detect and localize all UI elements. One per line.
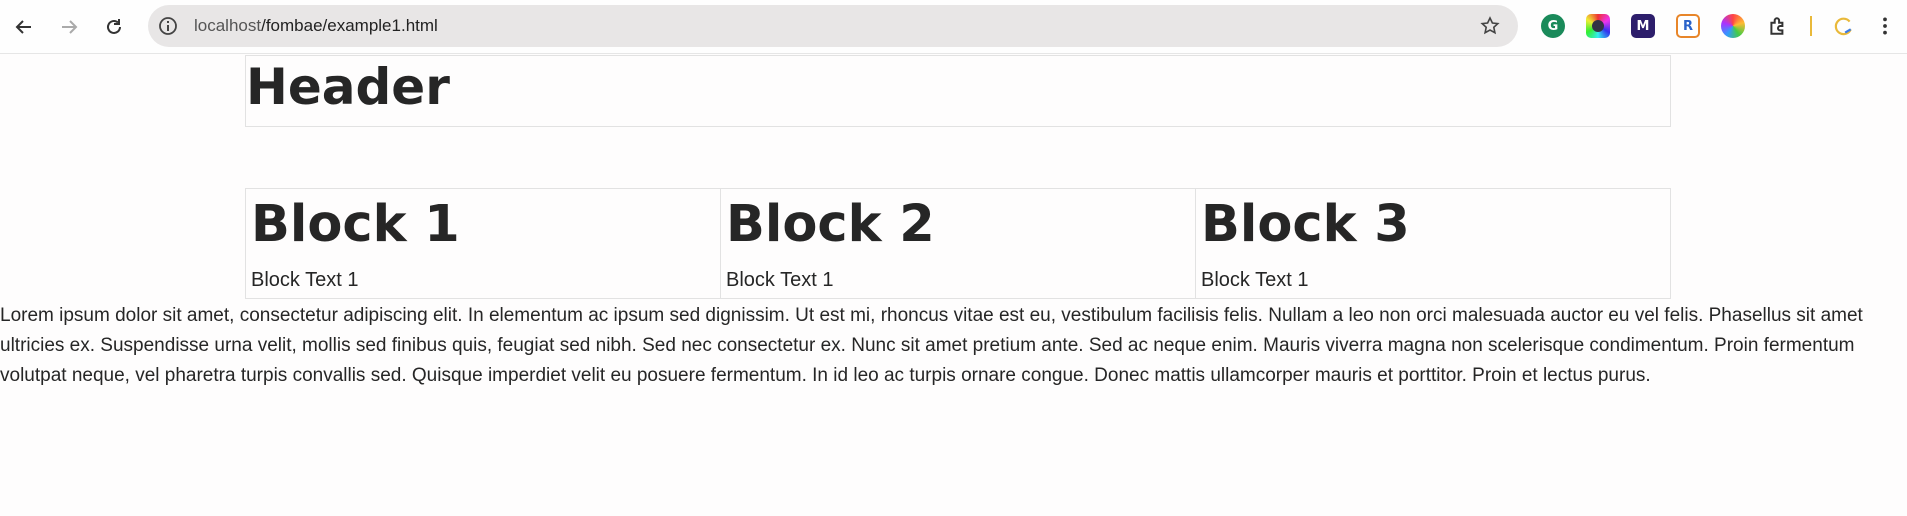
ext-m-icon[interactable]: M	[1631, 14, 1655, 38]
url-path: /fombae/example1.html	[261, 16, 438, 35]
block-2: Block 2 Block Text 1	[720, 188, 1196, 299]
block-text: Block Text 1	[726, 269, 834, 291]
grammarly-icon[interactable]: G	[1541, 14, 1565, 38]
back-button[interactable]	[7, 10, 41, 44]
reload-icon	[107, 19, 121, 34]
extensions-icon[interactable]	[1766, 14, 1790, 38]
url-text[interactable]: localhost/fombae/example1.html	[194, 5, 438, 47]
block-1: Block 1 Block Text 1	[245, 188, 721, 299]
bookmark-star-icon[interactable]	[1480, 16, 1500, 36]
blocks-row: Block 1 Block Text 1 Block 2 Block Text …	[245, 188, 1671, 299]
menu-icon[interactable]	[1873, 14, 1897, 38]
forward-button[interactable]	[52, 10, 86, 44]
address-bar[interactable]: localhost/fombae/example1.html	[148, 5, 1518, 47]
page-header: Header	[245, 55, 1671, 127]
profile-loading-icon[interactable]	[1831, 14, 1855, 38]
block-title: Block 2	[726, 195, 935, 254]
block-text: Block Text 1	[1201, 269, 1309, 291]
header-title: Header	[246, 58, 450, 116]
block-text: Block Text 1	[251, 269, 359, 291]
reload-button[interactable]	[97, 10, 131, 44]
toolbar-separator	[1810, 16, 1812, 36]
site-info-icon[interactable]	[158, 16, 178, 36]
color-wheel-icon[interactable]	[1721, 14, 1745, 38]
ext-r-icon[interactable]: R	[1676, 14, 1700, 38]
lorem-paragraph: Lorem ipsum dolor sit amet, consectetur …	[0, 305, 1863, 386]
url-host: localhost	[194, 16, 262, 35]
block-3: Block 3 Block Text 1	[1195, 188, 1671, 299]
forward-icon	[62, 20, 78, 34]
browser-toolbar: localhost/fombae/example1.html G M R	[0, 0, 1907, 54]
block-title: Block 3	[1201, 195, 1410, 254]
colorzilla-icon[interactable]	[1586, 14, 1610, 38]
block-title: Block 1	[251, 195, 460, 254]
back-icon	[15, 20, 31, 34]
